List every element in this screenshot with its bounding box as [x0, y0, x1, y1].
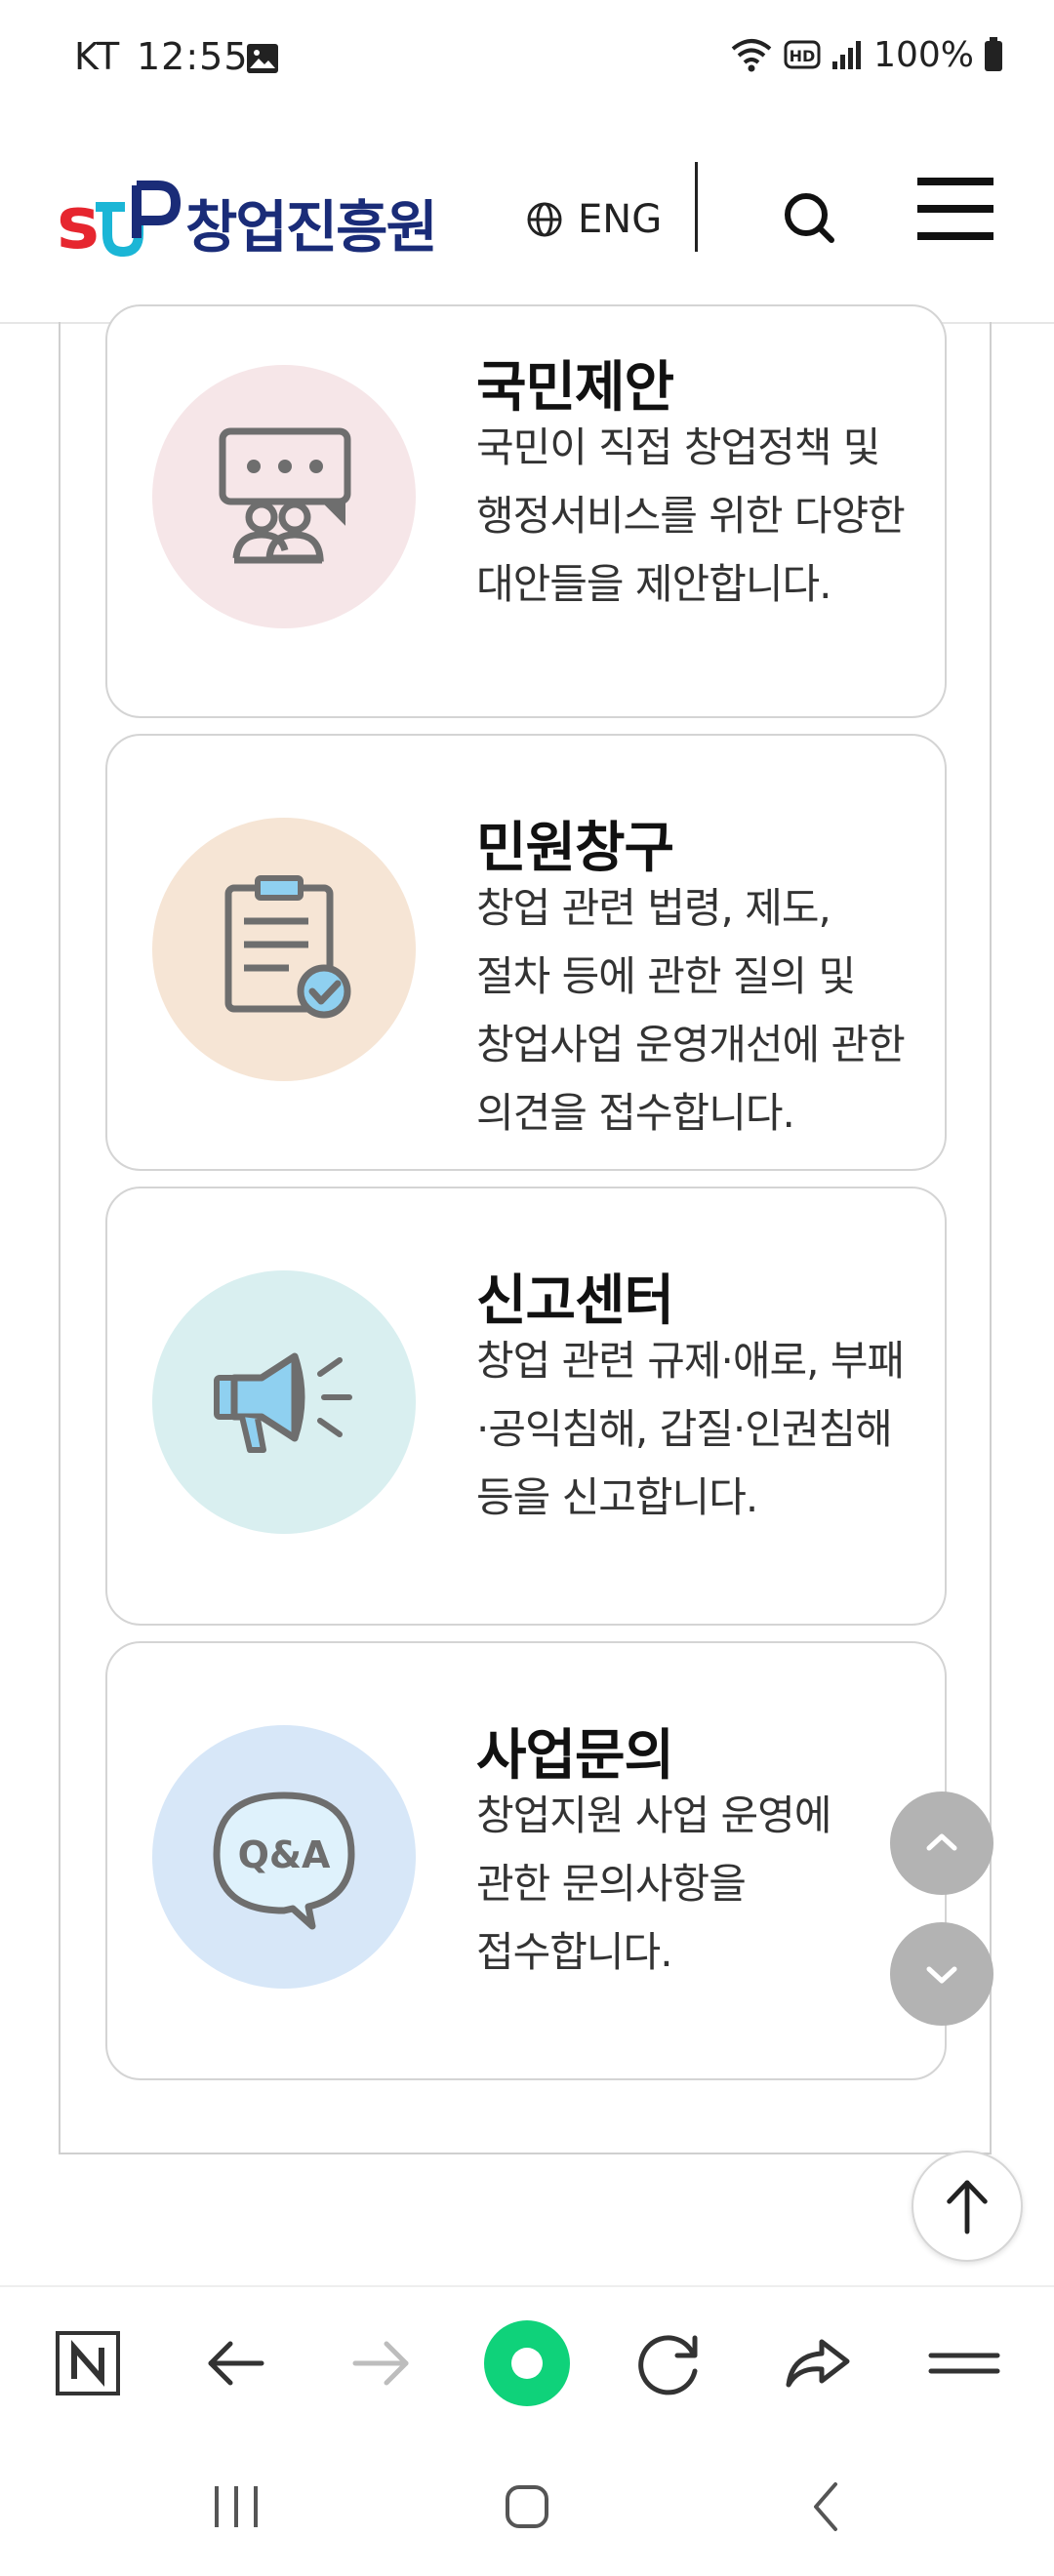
qna-icon-text: Q&A: [238, 1833, 331, 1876]
browser-menu-button[interactable]: [917, 2316, 1011, 2410]
card-icon-circle: [152, 365, 416, 628]
card-title: 민원창구: [476, 817, 674, 880]
card-icon-circle: [152, 1270, 416, 1534]
recent-apps-icon: [215, 2486, 258, 2527]
back-icon: [814, 2482, 837, 2531]
browser-toolbar: [0, 2285, 1054, 2439]
card-icon-circle: [152, 818, 416, 1081]
logo-mark: s: [57, 181, 182, 262]
wifi-icon: [731, 39, 772, 72]
carrier-label: KT: [74, 35, 121, 78]
back-nav-button[interactable]: [787, 2473, 865, 2541]
logo-text: 창업진흥원: [185, 194, 438, 261]
language-toggle[interactable]: ENG: [525, 185, 662, 254]
scroll-down-button[interactable]: [890, 1922, 993, 2026]
naver-home-icon: [56, 2331, 120, 2395]
share-icon: [786, 2339, 850, 2388]
site-header: s 창업진흥원 ENG: [0, 115, 1054, 324]
card-title: 국민제안: [476, 356, 674, 420]
card-description: 창업 관련 법령, 제도, 절차 등에 관한 질의 및 창업사업 운영개선에 관…: [476, 884, 906, 1137]
scroll-to-top-button[interactable]: [912, 2151, 1023, 2262]
card-national-proposal[interactable]: 국민제안 국민이 직접 창업정책 및 행정서비스를 위한 다양한 대안들을 제안…: [105, 304, 947, 718]
clock: 12:55: [137, 35, 249, 78]
card-title: 사업문의: [476, 1724, 674, 1788]
card-icon-circle: Q&A: [152, 1725, 416, 1989]
battery-icon: [985, 37, 1002, 71]
photo-icon: [247, 44, 278, 73]
megaphone-icon: [214, 1352, 352, 1453]
home-icon: [506, 2485, 548, 2528]
green-dot-icon: [484, 2320, 570, 2406]
card-description: 창업지원 사업 운영에 관한 문의사항을 접수합니다.: [476, 1791, 831, 1976]
battery-percent: 100%: [873, 34, 974, 75]
refresh-button[interactable]: [623, 2316, 716, 2410]
chevron-down-icon: [926, 1966, 957, 1984]
status-bar: KT 12:55 HD 100%: [0, 0, 1054, 115]
green-dot-button[interactable]: [480, 2316, 574, 2410]
clipboard-check-icon: [224, 875, 351, 1019]
svg-text:s: s: [57, 181, 100, 262]
svg-text:HD: HD: [790, 47, 816, 65]
site-logo[interactable]: s 창업진흥원: [57, 176, 476, 263]
arrow-up-icon: [947, 2180, 988, 2234]
system-navigation-bar: [0, 2437, 1054, 2576]
back-arrow-icon: [208, 2341, 264, 2386]
hd-icon: HD: [784, 40, 821, 69]
search-icon[interactable]: [777, 183, 845, 252]
refresh-icon: [638, 2335, 698, 2395]
header-divider: [695, 162, 698, 252]
speech-people-icon: [219, 427, 351, 564]
naver-home-button[interactable]: [41, 2316, 135, 2410]
forward-button[interactable]: [334, 2316, 427, 2410]
menu-lines-icon: [928, 2353, 1000, 2374]
globe-icon: [527, 202, 562, 237]
share-button[interactable]: [771, 2316, 865, 2410]
home-button[interactable]: [488, 2473, 566, 2541]
forward-arrow-icon: [352, 2341, 409, 2386]
qna-bubble-icon: Q&A: [213, 1791, 355, 1930]
recent-apps-button[interactable]: [197, 2473, 275, 2541]
card-business-inquiry[interactable]: Q&A 사업문의 창업지원 사업 운영에 관한 문의사항을 접수합니다.: [105, 1641, 947, 2080]
status-icons: HD 100%: [729, 33, 1003, 76]
scroll-up-button[interactable]: [890, 1791, 993, 1895]
card-description: 국민이 직접 창업정책 및 행정서비스를 위한 다양한 대안들을 제안합니다.: [476, 423, 906, 608]
card-title: 신고센터: [476, 1269, 674, 1333]
hamburger-menu-icon[interactable]: [915, 170, 995, 248]
card-report-center[interactable]: 신고센터 창업 관련 규제·애로, 부패·공익침해, 갑질·인권침해 등을 신고…: [105, 1187, 947, 1626]
card-civil-complaint[interactable]: 민원창구 창업 관련 법령, 제도, 절차 등에 관한 질의 및 창업사업 운영…: [105, 734, 947, 1171]
card-description: 창업 관련 규제·애로, 부패·공익침해, 갑질·인권침해 등을 신고합니다.: [476, 1337, 905, 1521]
back-button[interactable]: [189, 2316, 283, 2410]
signal-icon: [832, 41, 862, 69]
language-label: ENG: [578, 197, 663, 242]
chevron-up-icon: [926, 1833, 957, 1851]
